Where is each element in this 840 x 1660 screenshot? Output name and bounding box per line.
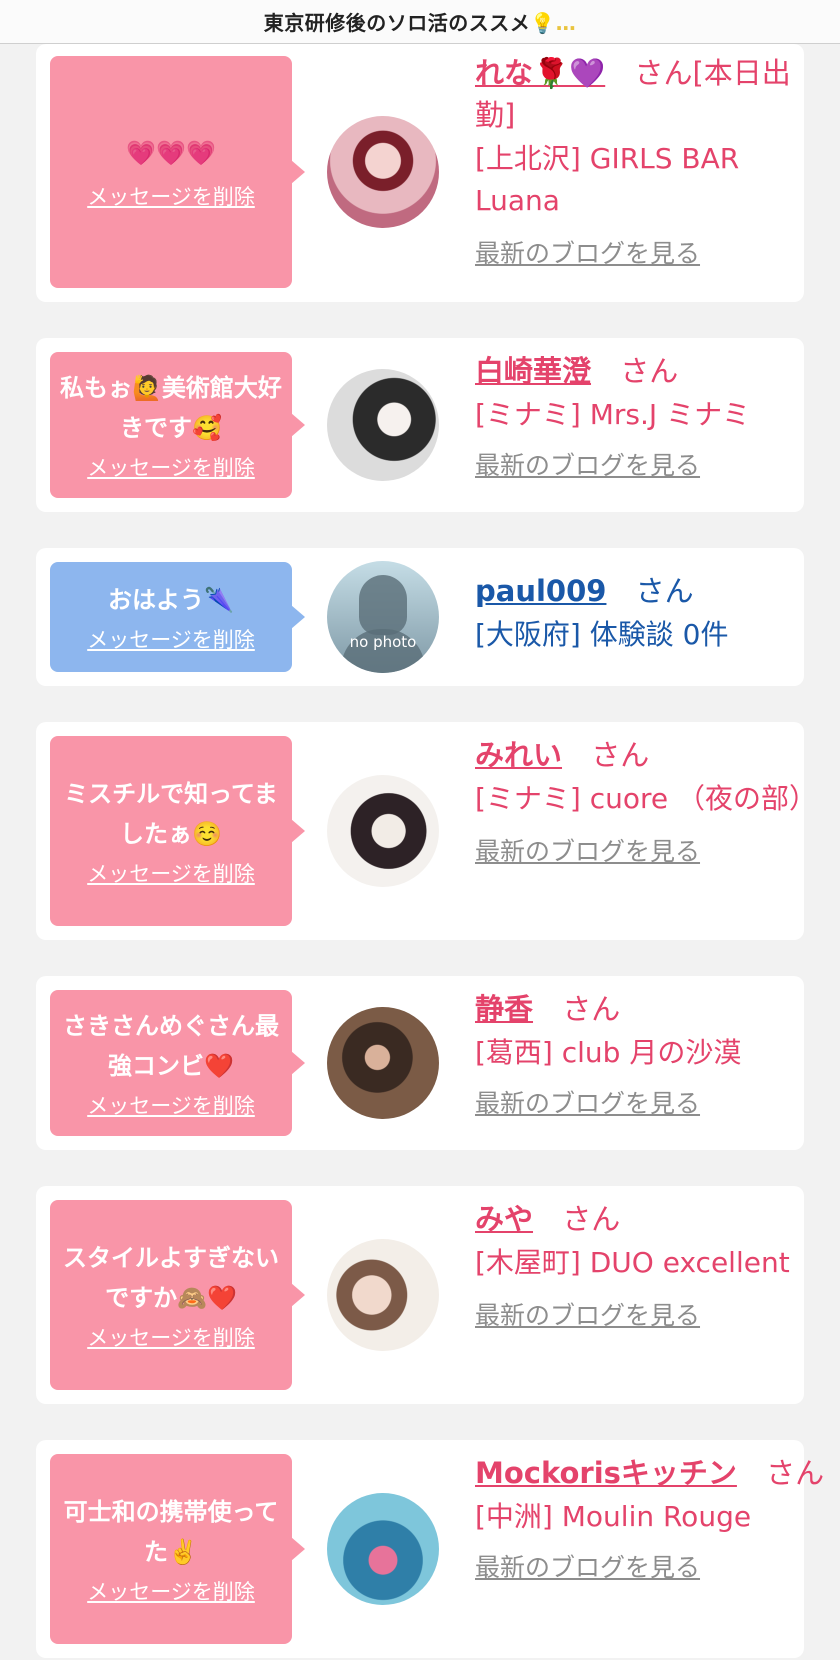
sender-name-link[interactable]: paul009 — [475, 574, 606, 608]
message-card: 💗💗💗 メッセージを削除 れな🌹💜 さん[本日出勤] [上北沢] GIRLS B… — [36, 44, 804, 302]
sender-info: Mockorisキッチン さん [中洲] Moulin Rouge 最新のブログ… — [475, 1452, 827, 1584]
message-text: さきさんめぐさん最強コンビ❤️ — [63, 1012, 279, 1080]
sender-info: paul009 さん [大阪府] 体験談 0件 — [475, 570, 827, 656]
san-suffix: さん — [635, 574, 694, 608]
message-text: ミスチルで知ってましたぁ☺️ — [64, 780, 278, 848]
latest-blog-link[interactable]: 最新のブログを見る — [475, 1548, 700, 1584]
shop-info: [木屋町] DUO excellent — [475, 1246, 790, 1279]
san-suffix: さん — [562, 1202, 621, 1236]
message-bubble: 💗💗💗 メッセージを削除 — [50, 56, 305, 288]
latest-blog-link[interactable]: 最新のブログを見る — [475, 832, 700, 868]
latest-blog-link[interactable]: 最新のブログを見る — [475, 1296, 700, 1332]
message-text: 💗💗💗 — [126, 139, 216, 167]
shop-info: [ミナミ] cuore （夜の部） — [475, 782, 818, 815]
avatar[interactable] — [327, 116, 439, 228]
san-suffix: さん — [766, 1456, 825, 1490]
message-card: 私もぉ🙋美術館大好きです🥰 メッセージを削除 白崎華澄 さん [ミナミ] Mrs… — [36, 338, 804, 512]
avatar[interactable] — [327, 369, 439, 481]
message-bubble: 私もぉ🙋美術館大好きです🥰 メッセージを削除 — [50, 352, 305, 498]
delete-message-link[interactable]: メッセージを削除 — [87, 858, 255, 888]
silhouette-icon — [359, 575, 407, 635]
message-card: ミスチルで知ってましたぁ☺️ メッセージを削除 みれい さん [ミナミ] cuo… — [36, 722, 817, 940]
message-bubble: ミスチルで知ってましたぁ☺️ メッセージを削除 — [50, 736, 305, 926]
sender-info: れな🌹💜 さん[本日出勤] [上北沢] GIRLS BAR Luana 最新のブ… — [475, 52, 827, 270]
page-title-suffix: 💡… — [530, 11, 577, 35]
delete-message-link[interactable]: メッセージを削除 — [87, 624, 255, 654]
message-text: スタイルよすぎないですか🙈❤️ — [63, 1244, 279, 1312]
san-suffix: さん — [591, 738, 650, 772]
shop-info: [中洲] Moulin Rouge — [475, 1500, 752, 1533]
delete-message-link[interactable]: メッセージを削除 — [87, 1090, 255, 1120]
sender-name-link[interactable]: みれい — [475, 738, 562, 772]
latest-blog-link[interactable]: 最新のブログを見る — [475, 234, 700, 270]
message-bubble: さきさんめぐさん最強コンビ❤️ メッセージを削除 — [50, 990, 305, 1136]
sender-name-link[interactable]: 白崎華澄 — [475, 354, 591, 388]
delete-message-link[interactable]: メッセージを削除 — [87, 181, 255, 211]
delete-message-link[interactable]: メッセージを削除 — [87, 1322, 255, 1352]
message-card: おはよう🌂 メッセージを削除 no photo paul009 さん [大阪府]… — [36, 548, 804, 686]
message-card: さきさんめぐさん最強コンビ❤️ メッセージを削除 静香 さん [葛西] club… — [36, 976, 804, 1150]
shop-info: [葛西] club 月の沙漠 — [475, 1036, 742, 1069]
page-title-text: 東京研修後のソロ活のススメ — [263, 11, 531, 35]
sender-name-link[interactable]: みや — [475, 1202, 533, 1236]
latest-blog-link[interactable]: 最新のブログを見る — [475, 1084, 700, 1120]
sender-info: みや さん [木屋町] DUO excellent 最新のブログを見る — [475, 1198, 827, 1332]
sender-info: 白崎華澄 さん [ミナミ] Mrs.J ミナミ 最新のブログを見る — [475, 350, 827, 482]
avatar[interactable] — [327, 1007, 439, 1119]
sender-name-link[interactable]: れな🌹💜 — [475, 56, 605, 90]
delete-message-link[interactable]: メッセージを削除 — [87, 452, 255, 482]
message-card: 可士和の携帯使ってた✌️ メッセージを削除 Mockorisキッチン さん [中… — [36, 1440, 824, 1658]
shop-info: [上北沢] GIRLS BAR Luana — [475, 142, 740, 217]
message-text: 私もぉ🙋美術館大好きです🥰 — [60, 374, 282, 442]
message-card: スタイルよすぎないですか🙈❤️ メッセージを削除 みや さん [木屋町] DUO… — [36, 1186, 804, 1404]
message-bubble: スタイルよすぎないですか🙈❤️ メッセージを削除 — [50, 1200, 305, 1390]
shop-info: [ミナミ] Mrs.J ミナミ — [475, 398, 751, 431]
avatar[interactable] — [327, 1493, 439, 1605]
sender-name-link[interactable]: Mockorisキッチン — [475, 1456, 737, 1490]
message-bubble: 可士和の携帯使ってた✌️ メッセージを削除 — [50, 1454, 305, 1644]
san-suffix: さん — [620, 354, 679, 388]
top-bar: 東京研修後のソロ活のススメ💡… — [0, 0, 840, 44]
sender-name-link[interactable]: 静香 — [475, 992, 533, 1026]
sender-info: 静香 さん [葛西] club 月の沙漠 最新のブログを見る — [475, 988, 827, 1120]
message-text: おはよう🌂 — [108, 586, 234, 614]
avatar[interactable] — [327, 775, 439, 887]
sender-info: みれい さん [ミナミ] cuore （夜の部） 最新のブログを見る — [475, 734, 827, 868]
page-title: 東京研修後のソロ活のススメ💡… — [264, 7, 576, 36]
avatar[interactable] — [327, 1239, 439, 1351]
san-suffix: さん — [562, 992, 621, 1026]
delete-message-link[interactable]: メッセージを削除 — [87, 1576, 255, 1606]
latest-blog-link[interactable]: 最新のブログを見る — [475, 446, 700, 482]
avatar[interactable]: no photo — [327, 561, 439, 673]
shop-info: [大阪府] 体験談 0件 — [475, 618, 729, 651]
message-text: 可士和の携帯使ってた✌️ — [63, 1498, 279, 1566]
no-photo-label: no photo — [349, 633, 417, 651]
message-bubble: おはよう🌂 メッセージを削除 — [50, 562, 305, 672]
